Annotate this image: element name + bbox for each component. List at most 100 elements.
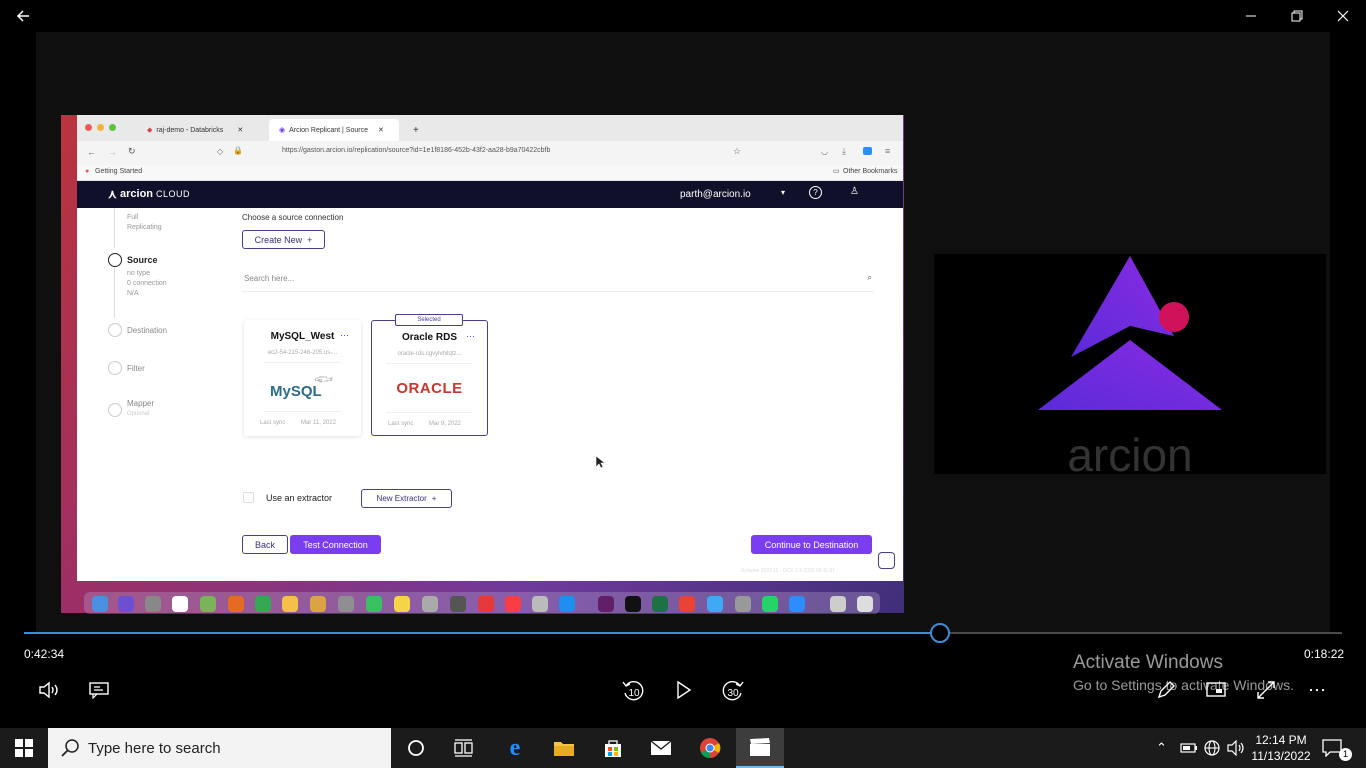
tab-label: raj-demo - Databricks [156, 126, 224, 134]
play-button[interactable] [670, 676, 698, 704]
card-host: oracle-rds.cgvylvhilqtz... [397, 351, 462, 357]
start-button[interactable] [0, 728, 48, 768]
mail-icon [650, 740, 672, 755]
volume-tray[interactable] [1227, 728, 1245, 768]
more-icon: ⋯ [1308, 679, 1326, 700]
search-icon: ⌕ [867, 273, 872, 282]
skip-back-button[interactable]: 10 [617, 676, 649, 706]
step-source-line: N/A [127, 290, 139, 297]
mini-view-button[interactable] [1202, 676, 1230, 704]
plus-icon: + [307, 234, 313, 245]
store-button[interactable] [589, 728, 637, 768]
network-tray[interactable] [1203, 728, 1221, 768]
notification-badge: 1 [1339, 748, 1352, 761]
browser-tab: ◆ raj-demo - Databricks ✕ [137, 119, 267, 141]
nav-back-icon: ← [87, 147, 96, 157]
clock-date: 11/13/2022 [1251, 749, 1311, 763]
shield-icon: ◇ [217, 147, 224, 156]
windows-taskbar: Type here to search e ⌃ 12:14 PM 11/13/2… [0, 728, 1366, 768]
seek-thumb[interactable] [930, 623, 950, 643]
connection-card-mysql: MySQL_West ⋯ ec2-54-215-246-205.us-... 𓆟… [244, 320, 361, 436]
card-date: Mar 11, 2022 [301, 420, 336, 426]
volume-icon [39, 681, 58, 699]
mini-view-icon [1206, 682, 1226, 697]
source-heading: Choose a source connection [242, 213, 344, 222]
finder-icon [92, 596, 108, 612]
tray-overflow[interactable]: ⌃ [1156, 728, 1167, 768]
restore-button[interactable] [1274, 0, 1320, 32]
fullscreen-button[interactable] [1252, 676, 1280, 704]
calendar-icon [172, 596, 188, 612]
oracle-logo-box: ORACLE [386, 363, 473, 413]
cortana-button[interactable] [392, 728, 440, 768]
restore-icon [1291, 10, 1303, 22]
menu-icon: ≡ [885, 146, 891, 156]
step-source-circle [108, 253, 122, 267]
preview-icon [338, 596, 354, 612]
step-source-line: 0 connection [127, 280, 167, 287]
skip-forward-label: 30 [727, 687, 739, 699]
edge-button[interactable]: e [491, 728, 539, 768]
mac-minimize-dot [97, 124, 104, 131]
step-source-line: no type [127, 270, 150, 277]
firefox-dock-icon [228, 596, 244, 612]
keyboard-icon [735, 596, 751, 612]
movies-tv-button[interactable] [736, 728, 784, 768]
chrome-icon [700, 738, 721, 759]
step-filter-circle [108, 361, 122, 375]
skip-back-label: 10 [628, 687, 640, 699]
firefox-icon: ● [85, 168, 90, 175]
mysql-logo-box: 𓆟 MySQL [264, 362, 341, 412]
arcion-logo-icon: ⋏ [108, 187, 117, 201]
chrome-button[interactable] [686, 728, 734, 768]
title-bar [0, 0, 1366, 32]
whatsapp-icon [762, 596, 778, 612]
edit-button[interactable] [1152, 676, 1180, 704]
action-center-button[interactable]: 1 [1322, 728, 1352, 768]
chevron-up-icon: ⌃ [1156, 740, 1167, 755]
video-player-window: ◆ raj-demo - Databricks ✕ ◉ Arcion Repli… [0, 0, 1366, 728]
new-extractor-label: New Extractor [376, 494, 427, 503]
script-editor-icon [532, 596, 548, 612]
mail-button[interactable] [637, 728, 685, 768]
watermark-title: Activate Windows [1073, 652, 1223, 673]
file-explorer-button[interactable] [540, 728, 588, 768]
task-view-button[interactable] [440, 728, 488, 768]
battery-icon [1180, 743, 1197, 753]
facetime-icon [366, 596, 382, 612]
stepper-line [114, 268, 115, 318]
taskbar-search[interactable]: Type here to search [48, 728, 391, 768]
arcion-logo-panel: arcion [934, 254, 1326, 481]
arcion-wordmark: arcion [1067, 429, 1193, 481]
back-step-button: Back [242, 535, 288, 554]
connection-search: Search here... ⌕ [242, 268, 874, 292]
remaining-time: 0:18:22 [1304, 647, 1345, 661]
arcion-brand-suffix: CLOUD [156, 189, 191, 199]
minimize-button[interactable] [1228, 0, 1274, 32]
help-dock-icon [422, 596, 438, 612]
more-options-button[interactable]: ⋯ [1302, 676, 1332, 704]
skip-forward-button[interactable]: 30 [717, 676, 749, 706]
lock-icon: 🔒 [233, 146, 243, 155]
edge-icon: e [509, 734, 521, 761]
captions-button[interactable] [84, 676, 114, 704]
volume-button[interactable] [34, 676, 64, 704]
cursor-icon [595, 455, 605, 469]
task-view-icon [454, 739, 473, 757]
card-host: ec2-54-215-246-205.us-... [267, 350, 338, 356]
cortana-icon [408, 740, 424, 756]
news-icon [478, 596, 494, 612]
user-email: parth@arcion.io [680, 189, 751, 200]
close-button[interactable] [1320, 0, 1366, 32]
tab-close-icon: ✕ [377, 127, 384, 134]
databricks-icon: ◆ [147, 127, 153, 134]
minimize-icon [1246, 15, 1256, 17]
step-prev-line: Replicating [127, 224, 162, 231]
new-extractor-button: New Extractor + [361, 489, 452, 508]
battery-tray[interactable] [1180, 728, 1198, 768]
excel-icon [652, 596, 668, 612]
create-new-label: Create New [254, 234, 303, 245]
globe-icon [1204, 740, 1220, 756]
clock[interactable]: 12:14 PM 11/13/2022 [1248, 728, 1314, 768]
back-button[interactable] [0, 0, 46, 32]
